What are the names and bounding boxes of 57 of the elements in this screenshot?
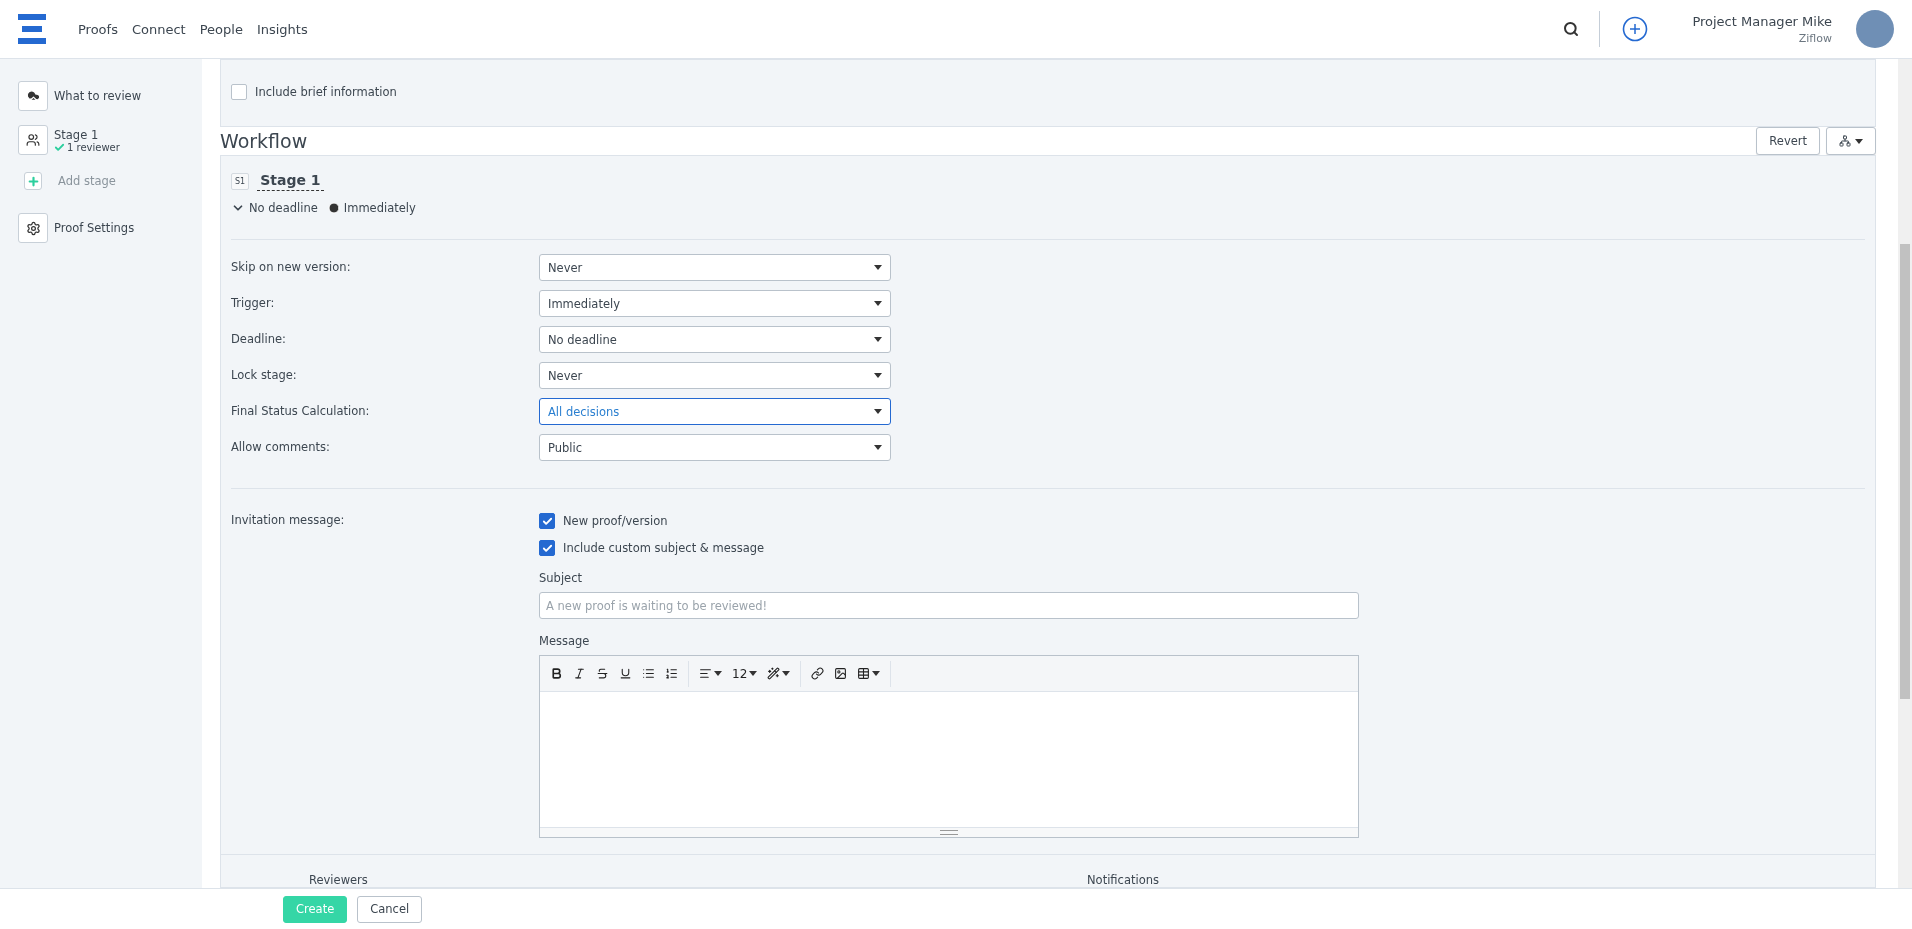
scrollbar-thumb[interactable] — [1900, 244, 1910, 699]
setting-label: Trigger: — [231, 295, 276, 312]
message-editor[interactable]: 12 — [539, 655, 1359, 838]
resize-handle[interactable] — [940, 830, 958, 835]
nav-link[interactable]: Insights — [256, 21, 308, 37]
users-icon — [26, 133, 40, 147]
sidebar-item[interactable]: Proof Settings — [54, 221, 135, 235]
cancel-button[interactable]: Cancel — [357, 895, 423, 923]
select-field[interactable]: All decisions — [539, 398, 891, 425]
setting-label: Lock stage: — [231, 367, 298, 384]
field-label: Message — [539, 634, 591, 648]
check-icon — [541, 542, 553, 554]
avatar[interactable] — [1856, 10, 1894, 48]
option-checkbox[interactable]: Include custom subject & message — [539, 540, 1359, 556]
sidebar-item[interactable]: Stage 1 — [54, 127, 120, 142]
plus-icon — [26, 174, 40, 188]
search-icon[interactable] — [1563, 21, 1580, 37]
subject-field[interactable]: A new proof is waiting to be reviewed! — [539, 592, 1359, 619]
check-icon — [54, 141, 65, 153]
revert-button[interactable]: Revert — [1756, 127, 1820, 155]
deadline-text: No deadline — [249, 201, 318, 215]
setting-label: Invitation message: — [231, 513, 346, 529]
icon-button[interactable] — [18, 213, 48, 243]
setting-label: Deadline: — [231, 331, 287, 348]
select-field[interactable]: No deadline — [539, 326, 891, 353]
icon-button[interactable] — [18, 81, 48, 111]
logo-icon[interactable] — [18, 14, 46, 44]
icon-button[interactable] — [18, 125, 48, 155]
check-icon — [541, 515, 553, 527]
nav-link[interactable]: People — [199, 21, 243, 37]
settings-icon — [25, 220, 41, 236]
nav-link[interactable]: Connect — [131, 21, 186, 37]
select-field[interactable]: Never — [539, 254, 891, 281]
section-title: Workflow — [220, 130, 309, 152]
setting-label: Allow comments: — [231, 439, 331, 456]
column-header: Notifications — [1087, 873, 1160, 887]
font-size-dropdown[interactable]: 12 — [728, 662, 762, 685]
add-circle-icon[interactable] — [1622, 16, 1649, 42]
select-field[interactable]: Immediately — [539, 290, 891, 317]
setting-label: Final Status Calculation: — [231, 403, 371, 420]
field-label: Subject — [539, 571, 583, 585]
trigger-text: Immediately — [343, 201, 416, 215]
select-field[interactable]: Public — [539, 434, 891, 461]
organization-name: Ziflow — [1798, 31, 1832, 45]
reviewer-count: 1 reviewer — [54, 141, 120, 153]
select-field[interactable]: Never — [539, 362, 891, 389]
brief-checkbox[interactable]: Include brief information — [231, 84, 1865, 100]
column-header: Reviewers — [309, 873, 369, 887]
hierarchy-icon — [1839, 135, 1851, 147]
user-name: Project Manager Mike — [1692, 13, 1832, 29]
sidebar-item[interactable]: What to review — [54, 89, 142, 103]
option-checkbox[interactable]: New proof/version — [539, 513, 1359, 529]
nav-link[interactable]: Proofs — [78, 21, 118, 37]
setting-label: Skip on new version: — [231, 259, 352, 276]
stage-badge: S1 — [231, 173, 250, 190]
workflow-menu-button[interactable] — [1826, 127, 1876, 155]
stage-title[interactable]: Stage 1 — [257, 172, 324, 191]
